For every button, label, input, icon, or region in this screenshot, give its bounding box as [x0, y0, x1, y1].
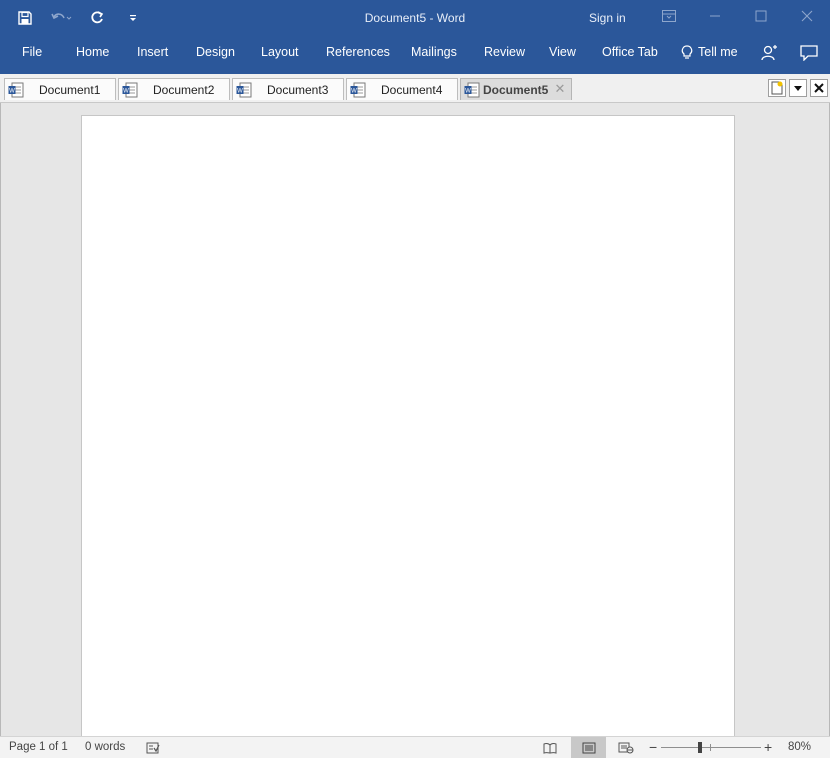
document-workspace [0, 103, 830, 740]
zoom-level[interactable]: 80% [788, 737, 811, 758]
tab-view[interactable]: View [549, 36, 576, 68]
ribbon-display-options-icon[interactable] [646, 0, 692, 32]
zoom-slider-thumb[interactable] [697, 742, 702, 753]
lightbulb-icon [676, 42, 698, 64]
tab-design[interactable]: Design [196, 36, 235, 68]
close-icon[interactable] [784, 0, 830, 32]
close-tab-x-icon[interactable]: ✕ [553, 82, 567, 96]
sign-in-link[interactable]: Sign in [589, 0, 626, 36]
doc-tab-document5-active[interactable]: W Document5 ✕ [460, 78, 572, 100]
word-window: Document5 - Word Sign in File Home Inser… [0, 0, 830, 758]
word-doc-icon: W [464, 82, 480, 98]
zoom-slider-midmark [710, 744, 711, 751]
title-bar: Document5 - Word Sign in [0, 0, 830, 36]
svg-text:W: W [9, 89, 15, 95]
doc-tab-document1[interactable]: W Document1 [4, 78, 116, 100]
quick-access-toolbar [14, 0, 144, 36]
web-layout-icon[interactable] [618, 740, 634, 756]
svg-text:W: W [123, 89, 129, 95]
customize-qat-icon[interactable] [122, 7, 144, 29]
ribbon-tabs: File Home Insert Design Layout Reference… [0, 36, 830, 74]
save-icon[interactable] [14, 7, 36, 29]
word-count[interactable]: 0 words [85, 737, 125, 758]
tab-mailings[interactable]: Mailings [411, 36, 457, 68]
doc-tab-document4[interactable]: W Document4 [346, 78, 458, 100]
svg-text:W: W [351, 89, 357, 95]
svg-text:W: W [237, 89, 243, 95]
proofing-icon[interactable] [145, 740, 161, 756]
tab-office-tab[interactable]: Office Tab [602, 36, 658, 68]
read-mode-icon[interactable] [542, 740, 558, 756]
tab-home[interactable]: Home [76, 36, 109, 68]
zoom-out-icon[interactable]: − [649, 737, 657, 758]
doc-tab-label: Document5 [483, 83, 549, 97]
word-doc-icon: W [8, 82, 24, 98]
svg-text:W: W [465, 89, 471, 95]
doc-tab-label: Document3 [267, 83, 329, 97]
zoom-slider-track[interactable] [661, 747, 761, 748]
print-layout-icon[interactable] [571, 737, 606, 758]
tab-insert[interactable]: Insert [137, 36, 168, 68]
tab-file[interactable]: File [22, 36, 42, 68]
doc-tab-label: Document2 [153, 83, 215, 97]
doc-tab-document3[interactable]: W Document3 [232, 78, 344, 100]
status-bar: Page 1 of 1 0 words − + 80% [0, 736, 830, 758]
window-controls [646, 0, 830, 36]
tab-layout[interactable]: Layout [261, 36, 299, 68]
tab-list-dropdown-icon[interactable] [789, 79, 807, 97]
doc-tab-document2[interactable]: W Document2 [118, 78, 230, 100]
comments-icon[interactable] [798, 42, 820, 64]
document-tab-bar: W Document1 W Document2 W Document3 W Do… [0, 74, 830, 103]
zoom-in-icon[interactable]: + [764, 737, 772, 758]
doc-tab-label: Document4 [381, 83, 443, 97]
new-document-icon[interactable] [768, 79, 786, 97]
doc-tab-buttons [768, 79, 828, 97]
redo-icon[interactable] [86, 7, 108, 29]
undo-icon[interactable] [50, 7, 72, 29]
maximize-icon[interactable] [738, 0, 784, 32]
close-tab-icon[interactable] [810, 79, 828, 97]
doc-tab-label: Document1 [39, 83, 101, 97]
document-page[interactable] [81, 115, 735, 740]
tab-references[interactable]: References [326, 36, 390, 68]
page-count[interactable]: Page 1 of 1 [9, 737, 68, 758]
minimize-icon[interactable] [692, 0, 738, 32]
tell-me-search[interactable]: Tell me [698, 36, 738, 68]
word-doc-icon: W [350, 82, 366, 98]
share-user-icon[interactable] [758, 42, 780, 64]
word-doc-icon: W [236, 82, 252, 98]
tab-review[interactable]: Review [484, 36, 525, 68]
word-doc-icon: W [122, 82, 138, 98]
